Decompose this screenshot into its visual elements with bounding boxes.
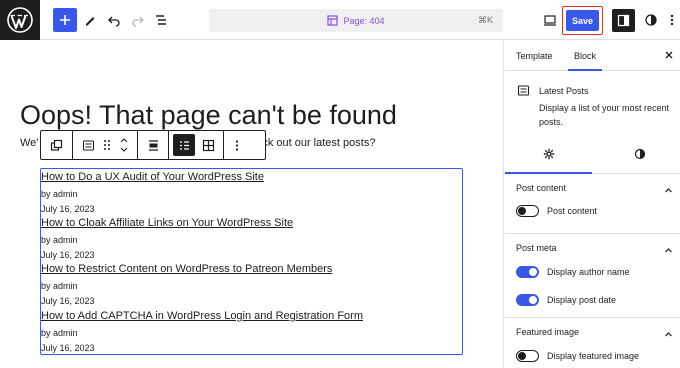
toggle-label: Post content xyxy=(547,206,598,216)
panel-featured-image: Featured image Display featured image xyxy=(505,318,680,368)
block-toolbar-group-more xyxy=(224,131,250,159)
more-vertical-icon xyxy=(670,14,674,26)
display-author-toggle[interactable] xyxy=(516,266,539,278)
command-center-title: Page: 404 xyxy=(343,15,385,26)
gear-icon xyxy=(543,148,555,160)
plus-icon xyxy=(60,15,70,25)
block-toolbar-group-layout xyxy=(169,131,224,159)
toggle-label: Display post date xyxy=(547,295,617,305)
tools-button[interactable] xyxy=(78,8,102,32)
block-toolbar-group-parent xyxy=(41,131,73,159)
post-title-link[interactable]: How to Do a UX Audit of Your WordPress S… xyxy=(41,171,264,183)
command-center-shortcut: ⌘K xyxy=(477,15,493,25)
list-view-toggle-button[interactable] xyxy=(173,134,195,156)
block-inspector-tabs xyxy=(505,138,680,174)
post-date: July 16, 2023 xyxy=(41,343,95,353)
align-none-icon xyxy=(148,139,158,151)
intro-text-start: We' xyxy=(20,137,39,149)
template-icon xyxy=(327,15,339,26)
align-button[interactable] xyxy=(141,132,165,158)
post-author: by admin xyxy=(41,235,78,245)
toggle-label: Display featured image xyxy=(547,351,640,361)
block-card: Latest Posts Display a list of your most… xyxy=(505,72,680,174)
add-block-button[interactable] xyxy=(53,8,77,32)
redo-button[interactable] xyxy=(126,8,150,32)
featured-image-toggle[interactable] xyxy=(516,350,539,362)
grid-view-toggle-button[interactable] xyxy=(196,132,220,158)
latest-posts-icon xyxy=(517,84,530,102)
settings-sidebar: Template Block Latest Posts Display a li… xyxy=(505,41,680,368)
drag-handle[interactable] xyxy=(100,132,114,158)
select-parent-button[interactable] xyxy=(45,132,69,158)
wordpress-logo-icon xyxy=(7,7,33,33)
post-date: July 16, 2023 xyxy=(41,250,95,260)
post-author: by admin xyxy=(41,281,78,291)
post-date: July 16, 2023 xyxy=(41,296,95,306)
view-button[interactable] xyxy=(538,8,562,32)
active-tab-indicator xyxy=(568,69,602,71)
editor-top-bar: Page: 404 ⌘K Save xyxy=(0,0,680,40)
post-title-link[interactable]: How to Add CAPTCHA in WordPress Login an… xyxy=(41,310,363,322)
panel-title[interactable]: Post content xyxy=(516,183,566,193)
list-view-icon xyxy=(156,15,166,25)
block-toolbar xyxy=(40,130,266,160)
chevron-up-icon[interactable] xyxy=(664,242,673,260)
post-title-link[interactable]: How to Cloak Affiliate Links on Your Wor… xyxy=(41,217,293,229)
undo-button[interactable] xyxy=(102,8,126,32)
panel-post-meta: Post meta Display author name Display po… xyxy=(505,234,680,318)
block-toolbar-group-mover xyxy=(73,131,138,159)
tab-styles[interactable] xyxy=(634,147,646,165)
chevron-up-down-icon xyxy=(120,138,128,152)
editor-canvas: Oops! That page can't be found We'kiot c… xyxy=(0,41,504,368)
post-date: July 16, 2023 xyxy=(41,204,95,214)
latest-posts-block[interactable]: How to Do a UX Audit of Your WordPress S… xyxy=(40,168,463,355)
panel-post-content: Post content Post content xyxy=(505,174,680,234)
page-heading[interactable]: Oops! That page can't be found xyxy=(20,100,397,131)
post-author: by admin xyxy=(41,328,78,338)
post-author: by admin xyxy=(41,189,78,199)
command-center[interactable]: Page: 404 ⌘K xyxy=(209,9,503,32)
styles-button[interactable] xyxy=(639,8,663,32)
duplicate-icon xyxy=(50,139,63,151)
settings-toggle-button[interactable] xyxy=(612,9,635,32)
more-vertical-icon xyxy=(235,139,239,151)
save-button[interactable]: Save xyxy=(566,10,599,31)
undo-icon xyxy=(108,16,120,27)
grid-layout-icon xyxy=(202,139,214,151)
redo-icon xyxy=(132,16,144,27)
sidebar-tabs: Template Block xyxy=(505,41,680,71)
options-button[interactable] xyxy=(664,8,680,32)
post-title-link[interactable]: How to Restrict Content on WordPress to … xyxy=(41,263,332,275)
tab-template[interactable]: Template xyxy=(516,51,553,61)
panel-title[interactable]: Post meta xyxy=(516,243,557,253)
document-overview-button[interactable] xyxy=(149,8,173,32)
tab-block[interactable]: Block xyxy=(574,51,596,61)
post-content-toggle[interactable] xyxy=(516,205,539,217)
chevron-up-icon[interactable] xyxy=(664,326,673,344)
display-date-toggle[interactable] xyxy=(516,294,539,306)
list-layout-icon xyxy=(179,140,189,150)
close-sidebar-button[interactable] xyxy=(664,50,674,63)
block-options-button[interactable] xyxy=(229,132,245,158)
close-icon xyxy=(665,51,673,59)
drag-handle-icon xyxy=(104,140,110,150)
block-toolbar-group-align xyxy=(138,131,169,159)
block-card-title: Latest Posts xyxy=(539,86,589,96)
sidebar-icon xyxy=(617,14,630,27)
contrast-icon xyxy=(634,148,646,160)
desktop-icon xyxy=(544,15,556,26)
block-card-description: Display a list of your most recent posts… xyxy=(539,103,670,127)
chevron-up-icon[interactable] xyxy=(664,182,673,200)
contrast-icon xyxy=(645,14,657,26)
block-type-button[interactable] xyxy=(76,132,100,158)
move-up-down-buttons[interactable] xyxy=(114,132,134,158)
tab-settings[interactable] xyxy=(543,147,555,165)
wordpress-logo-button[interactable] xyxy=(0,0,40,40)
panel-title[interactable]: Featured image xyxy=(516,327,579,337)
latest-posts-icon xyxy=(82,139,94,151)
pen-icon xyxy=(86,17,95,26)
toggle-label: Display author name xyxy=(547,267,630,277)
